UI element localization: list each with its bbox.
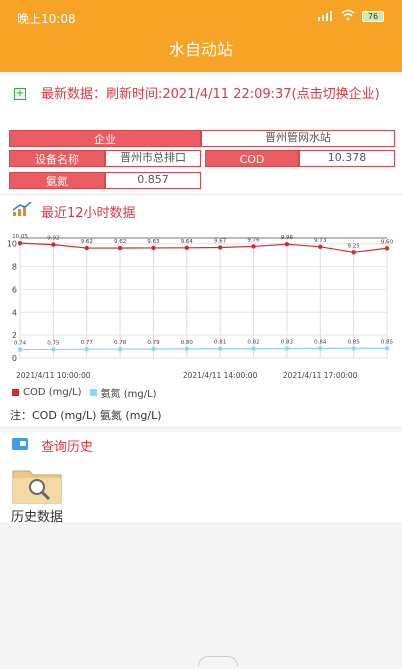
history-data-button[interactable]: 历史数据 xyxy=(11,506,63,525)
data-label: 0.85 xyxy=(381,339,394,345)
data-label: 0.82 xyxy=(247,340,259,346)
data-point xyxy=(284,346,290,351)
device-cod-row: 设备名称 晋州市总排口 COD 10.378 xyxy=(9,150,395,167)
data-point xyxy=(151,346,156,352)
legend-nh3-label: 氨氮 (mg/L) xyxy=(100,389,157,400)
history-title: 查询历史 xyxy=(41,440,94,455)
data-label: 0.75 xyxy=(47,340,60,346)
x-tick-label: 2021/4/11 10:00:00 xyxy=(16,371,91,380)
wifi-icon xyxy=(341,9,355,21)
data-label: 0.84 xyxy=(314,339,327,345)
company-row[interactable]: 企业 晋州管网水站 xyxy=(9,130,395,147)
y-tick-label: 6 xyxy=(12,285,17,294)
x-tick-label: 2021/4/11 14:00:00 xyxy=(183,371,258,380)
data-point xyxy=(17,347,23,352)
y-tick-label: 2 xyxy=(12,331,17,340)
legend-cod-swatch xyxy=(12,389,19,396)
battery-icon: 76 xyxy=(362,11,384,22)
data-label: 0.77 xyxy=(81,340,94,346)
data-label: 0.81 xyxy=(214,340,226,346)
chart-plot-area xyxy=(19,237,388,359)
company-label: 企业 xyxy=(9,130,201,147)
refresh-icon[interactable]: + xyxy=(14,88,26,100)
data-label: 9.62 xyxy=(114,239,126,245)
nh3-label: 氨氮 xyxy=(9,172,105,189)
gesture-hint xyxy=(198,656,238,666)
data-label: 0.83 xyxy=(281,340,294,346)
data-point xyxy=(84,245,89,251)
data-label: 9.62 xyxy=(81,239,93,245)
data-label: 9.76 xyxy=(247,237,260,243)
data-label: 0.74 xyxy=(14,341,27,347)
data-point xyxy=(384,246,390,251)
data-point xyxy=(351,346,356,351)
history-icon xyxy=(12,438,28,450)
data-point xyxy=(117,245,123,251)
trend-chart[interactable]: 0 2 4 6 8 1010.05 9.92 9.62 9.62 9.63 9.64 9.67 9.76… xyxy=(0,222,402,382)
device-value: 晋州市总排口 xyxy=(105,150,201,167)
data-label: 0.80 xyxy=(181,340,194,346)
data-label: 9.63 xyxy=(147,239,160,245)
data-point xyxy=(184,346,190,352)
data-point xyxy=(251,244,256,249)
cod-value: 10.378 xyxy=(299,150,395,167)
data-label: 9.96 xyxy=(281,235,294,241)
history-folder-icon[interactable] xyxy=(11,465,63,505)
data-label: 0.85 xyxy=(348,339,361,345)
chart-note: 注：COD (mg/L) 氨氮 (mg/L) xyxy=(10,409,162,422)
data-label: 0.79 xyxy=(147,340,160,346)
data-point xyxy=(217,346,223,351)
data-label: 9.25 xyxy=(348,243,361,249)
nh3-value: 0.857 xyxy=(105,172,201,189)
y-tick-label: 0 xyxy=(12,354,17,363)
latest-refresh-text[interactable]: 最新数据：刷新时间:2021/4/11 22:09:37(点击切换企业) xyxy=(41,85,396,105)
x-tick-label: 2021/4/11 17:00:00 xyxy=(283,371,358,380)
page-title: 水自动站 xyxy=(168,40,233,59)
chart-legend: COD (mg/L) 氨氮 (mg/L) xyxy=(12,385,157,400)
data-point xyxy=(151,245,156,251)
data-point xyxy=(384,346,390,351)
data-point xyxy=(318,346,323,351)
legend-cod-label: COD (mg/L) xyxy=(23,387,82,398)
data-label: 9.64 xyxy=(181,239,194,245)
cod-label: COD xyxy=(205,150,299,167)
bar-chart-icon xyxy=(12,202,32,216)
nh3-row: 氨氮 0.857 xyxy=(9,172,201,189)
data-label: 10.05 xyxy=(12,234,28,240)
y-tick-label: 10 xyxy=(7,240,17,249)
data-label: 9.92 xyxy=(47,236,59,242)
data-point xyxy=(117,346,123,352)
data-label: 9.60 xyxy=(381,239,394,245)
status-time: 晚上10:08 xyxy=(17,12,76,26)
data-point xyxy=(217,245,223,250)
data-point xyxy=(251,346,256,351)
data-point xyxy=(51,347,56,352)
data-point xyxy=(351,250,356,255)
data-point xyxy=(284,241,290,247)
legend-nh3-swatch xyxy=(89,389,97,396)
y-tick-label: 8 xyxy=(12,263,17,272)
data-point xyxy=(318,244,323,249)
status-bar: 晚上10:08 76 xyxy=(0,0,402,30)
data-label: 9.73 xyxy=(314,238,327,244)
y-tick-label: 4 xyxy=(12,308,17,317)
data-point xyxy=(17,240,23,246)
data-point xyxy=(51,242,56,247)
data-label: 0.78 xyxy=(114,340,127,346)
company-value[interactable]: 晋州管网水站 xyxy=(201,130,395,147)
trend-title: 最近12小时数据 xyxy=(41,206,136,221)
signal-icon xyxy=(318,11,336,21)
app-header: 晚上10:08 76 水自动站 xyxy=(0,0,402,72)
data-point xyxy=(184,245,190,251)
data-point xyxy=(84,347,89,352)
data-label: 9.67 xyxy=(214,238,227,244)
device-label: 设备名称 xyxy=(9,150,105,167)
